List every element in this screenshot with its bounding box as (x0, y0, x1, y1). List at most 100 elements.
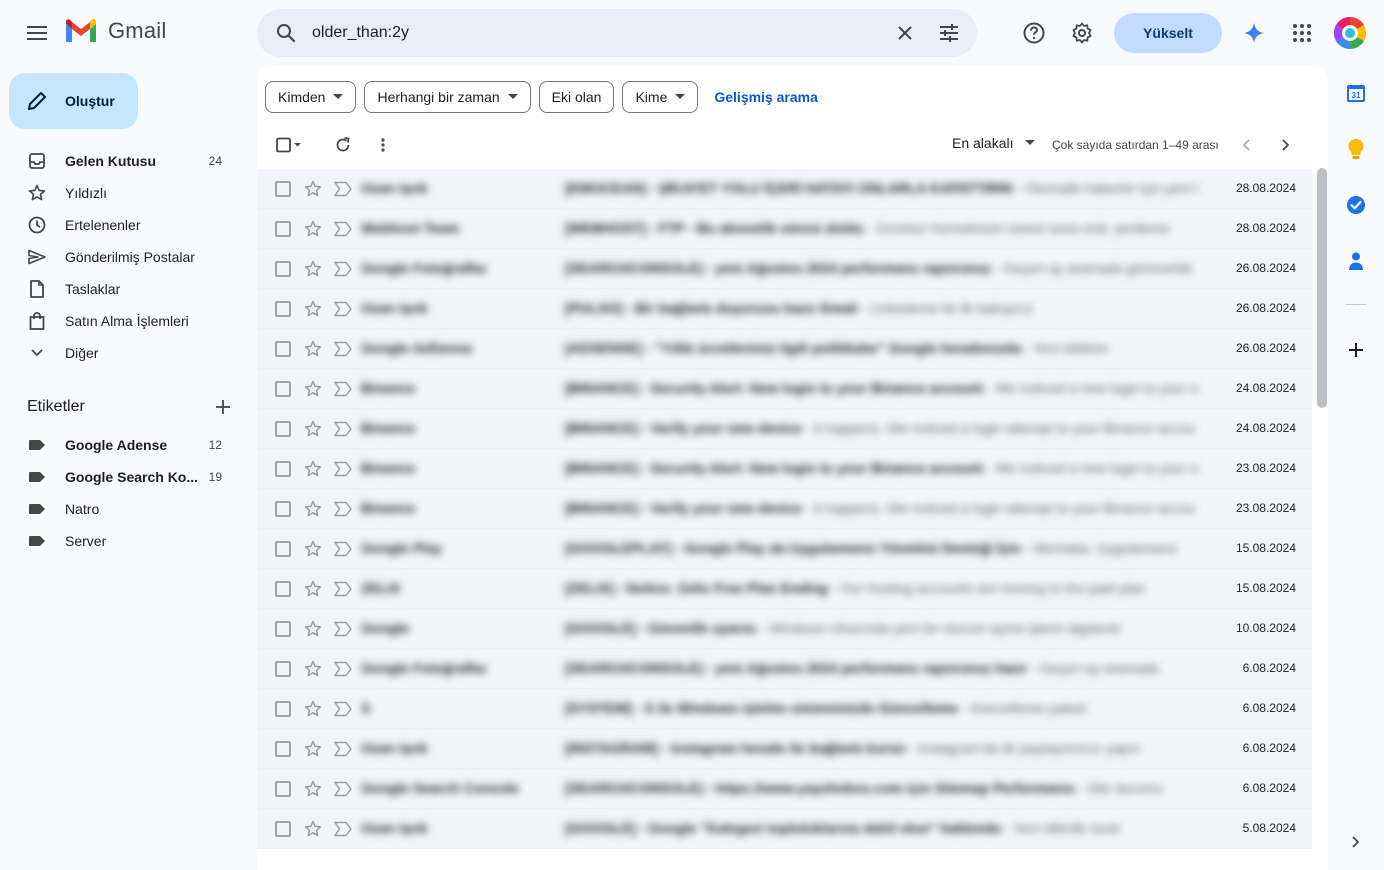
email-row[interactable]: ZELIX [ZELIX] - Notice: Zelix Free Plan E… (257, 569, 1312, 609)
importance-marker-icon[interactable] (334, 421, 352, 437)
row-checkbox[interactable] (275, 701, 291, 717)
row-checkbox[interactable] (275, 581, 291, 597)
filter-chip-from[interactable]: Kimden (265, 81, 357, 113)
label-item[interactable]: Google Adense 12 (0, 429, 248, 461)
sidebar-item-snoozed[interactable]: Ertelenenler (0, 209, 248, 241)
apps-button[interactable] (1282, 13, 1322, 53)
importance-marker-icon[interactable] (334, 741, 352, 757)
show-side-panel-button[interactable] (1340, 826, 1372, 858)
prev-page-button[interactable] (1234, 129, 1258, 161)
clear-search-button[interactable] (889, 17, 921, 49)
row-checkbox[interactable] (275, 821, 291, 837)
row-checkbox[interactable] (275, 341, 291, 357)
star-icon[interactable] (304, 820, 322, 838)
importance-marker-icon[interactable] (334, 261, 352, 277)
email-row[interactable]: Binance [BINANCE] - Verify your new devic… (257, 409, 1312, 449)
filter-chip-to[interactable]: Kime (622, 81, 699, 113)
next-page-button[interactable] (1274, 129, 1298, 161)
email-row[interactable]: Google Fotoğraflar [SEARCHCONSOLE] - yeni… (257, 649, 1312, 689)
star-icon[interactable] (304, 300, 322, 318)
star-icon[interactable] (304, 580, 322, 598)
help-button[interactable] (1014, 13, 1054, 53)
email-row[interactable]: Webhost Team [WEBHOST] - FTP - Bu aboneli… (257, 209, 1312, 249)
star-icon[interactable] (304, 780, 322, 798)
row-checkbox[interactable] (275, 621, 291, 637)
star-icon[interactable] (304, 740, 322, 758)
email-row[interactable]: Google Search Console [SEARCHCONSOLE] - h… (257, 769, 1312, 809)
sidebar-item-more[interactable]: Diğer (0, 337, 248, 369)
account-avatar[interactable] (1333, 16, 1367, 50)
importance-marker-icon[interactable] (334, 461, 352, 477)
importance-marker-icon[interactable] (334, 341, 352, 357)
importance-marker-icon[interactable] (334, 621, 352, 637)
email-row[interactable]: Google Play [GOOGLEPLAY] - Google Play da… (257, 529, 1312, 569)
email-row[interactable]: Binance [BINANCE] - Security Alert: New l… (257, 369, 1312, 409)
email-row[interactable]: S [SYSTEM] - S ile Windows işletim sistem… (257, 689, 1312, 729)
importance-marker-icon[interactable] (334, 541, 352, 557)
row-checkbox[interactable] (275, 661, 291, 677)
importance-marker-icon[interactable] (334, 301, 352, 317)
importance-marker-icon[interactable] (334, 581, 352, 597)
email-row[interactable]: Binance [BINANCE] - Security Alert: New l… (257, 449, 1312, 489)
sort-dropdown[interactable]: En alakalı (952, 135, 1036, 151)
get-addons-button[interactable] (1340, 334, 1372, 366)
main-menu-button[interactable] (17, 13, 57, 53)
row-checkbox[interactable] (275, 741, 291, 757)
search-options-button[interactable] (933, 17, 965, 49)
create-label-button[interactable] (209, 393, 237, 421)
gemini-button[interactable] (1234, 13, 1274, 53)
refresh-button[interactable] (327, 129, 359, 161)
email-row[interactable]: Ozan Işırk [INSTAGRAM] - Instagram hesabı… (257, 729, 1312, 769)
importance-marker-icon[interactable] (334, 181, 352, 197)
star-icon[interactable] (304, 260, 322, 278)
more-options-button[interactable] (367, 129, 399, 161)
contacts-button[interactable] (1340, 245, 1372, 277)
star-icon[interactable] (304, 500, 322, 518)
email-row[interactable]: Binance [BINANCE] - Verify your new devic… (257, 489, 1312, 529)
row-checkbox[interactable] (275, 421, 291, 437)
star-icon[interactable] (304, 540, 322, 558)
star-icon[interactable] (304, 460, 322, 478)
email-row[interactable]: Ozan Işırk [EMOCEAN] - ŞİKAYET YOLU İÇERİ… (257, 169, 1312, 209)
email-row[interactable]: Google AdSense [ADSENSE] - "Yıllık ücretl… (257, 329, 1312, 369)
upgrade-button[interactable]: Yükselt (1114, 13, 1222, 53)
filter-chip-has-attachment[interactable]: Eki olan (538, 81, 615, 113)
row-checkbox[interactable] (275, 181, 291, 197)
select-all-checkbox[interactable] (269, 129, 309, 161)
compose-button[interactable]: Oluştur (9, 73, 138, 129)
row-checkbox[interactable] (275, 301, 291, 317)
importance-marker-icon[interactable] (334, 381, 352, 397)
row-checkbox[interactable] (275, 461, 291, 477)
row-checkbox[interactable] (275, 541, 291, 557)
search-input[interactable] (312, 21, 872, 45)
keep-button[interactable] (1340, 133, 1372, 165)
importance-marker-icon[interactable] (334, 701, 352, 717)
label-item[interactable]: Google Search Ko... 19 (0, 461, 248, 493)
sidebar-item-sent[interactable]: Gönderilmiş Postalar (0, 241, 248, 273)
star-icon[interactable] (304, 620, 322, 638)
sidebar-item-purchases[interactable]: Satın Alma İşlemleri (0, 305, 248, 337)
star-icon[interactable] (304, 700, 322, 718)
calendar-button[interactable]: 31 (1340, 77, 1372, 109)
label-item[interactable]: Natro (0, 493, 248, 525)
email-row[interactable]: Ozan Işırk [GOOGLE] - Google "Kategori to… (257, 809, 1312, 849)
star-icon[interactable] (304, 180, 322, 198)
advanced-search-link[interactable]: Gelişmiş arama (714, 89, 818, 105)
email-row[interactable]: Ozan Işırk [PULSO] - Bir bağlantı duyurus… (257, 289, 1312, 329)
star-icon[interactable] (304, 340, 322, 358)
star-icon[interactable] (304, 380, 322, 398)
list-scrollbar[interactable] (1317, 168, 1327, 408)
gmail-logo[interactable]: Gmail (64, 18, 166, 44)
importance-marker-icon[interactable] (334, 501, 352, 517)
filter-chip-any-time[interactable]: Herhangi bir zaman (364, 81, 531, 113)
importance-marker-icon[interactable] (334, 781, 352, 797)
star-icon[interactable] (304, 660, 322, 678)
label-item[interactable]: Server (0, 525, 248, 557)
importance-marker-icon[interactable] (334, 821, 352, 837)
settings-button[interactable] (1062, 13, 1102, 53)
row-checkbox[interactable] (275, 261, 291, 277)
tasks-button[interactable] (1340, 189, 1372, 221)
star-icon[interactable] (304, 420, 322, 438)
star-icon[interactable] (304, 220, 322, 238)
sidebar-item-drafts[interactable]: Taslaklar (0, 273, 248, 305)
